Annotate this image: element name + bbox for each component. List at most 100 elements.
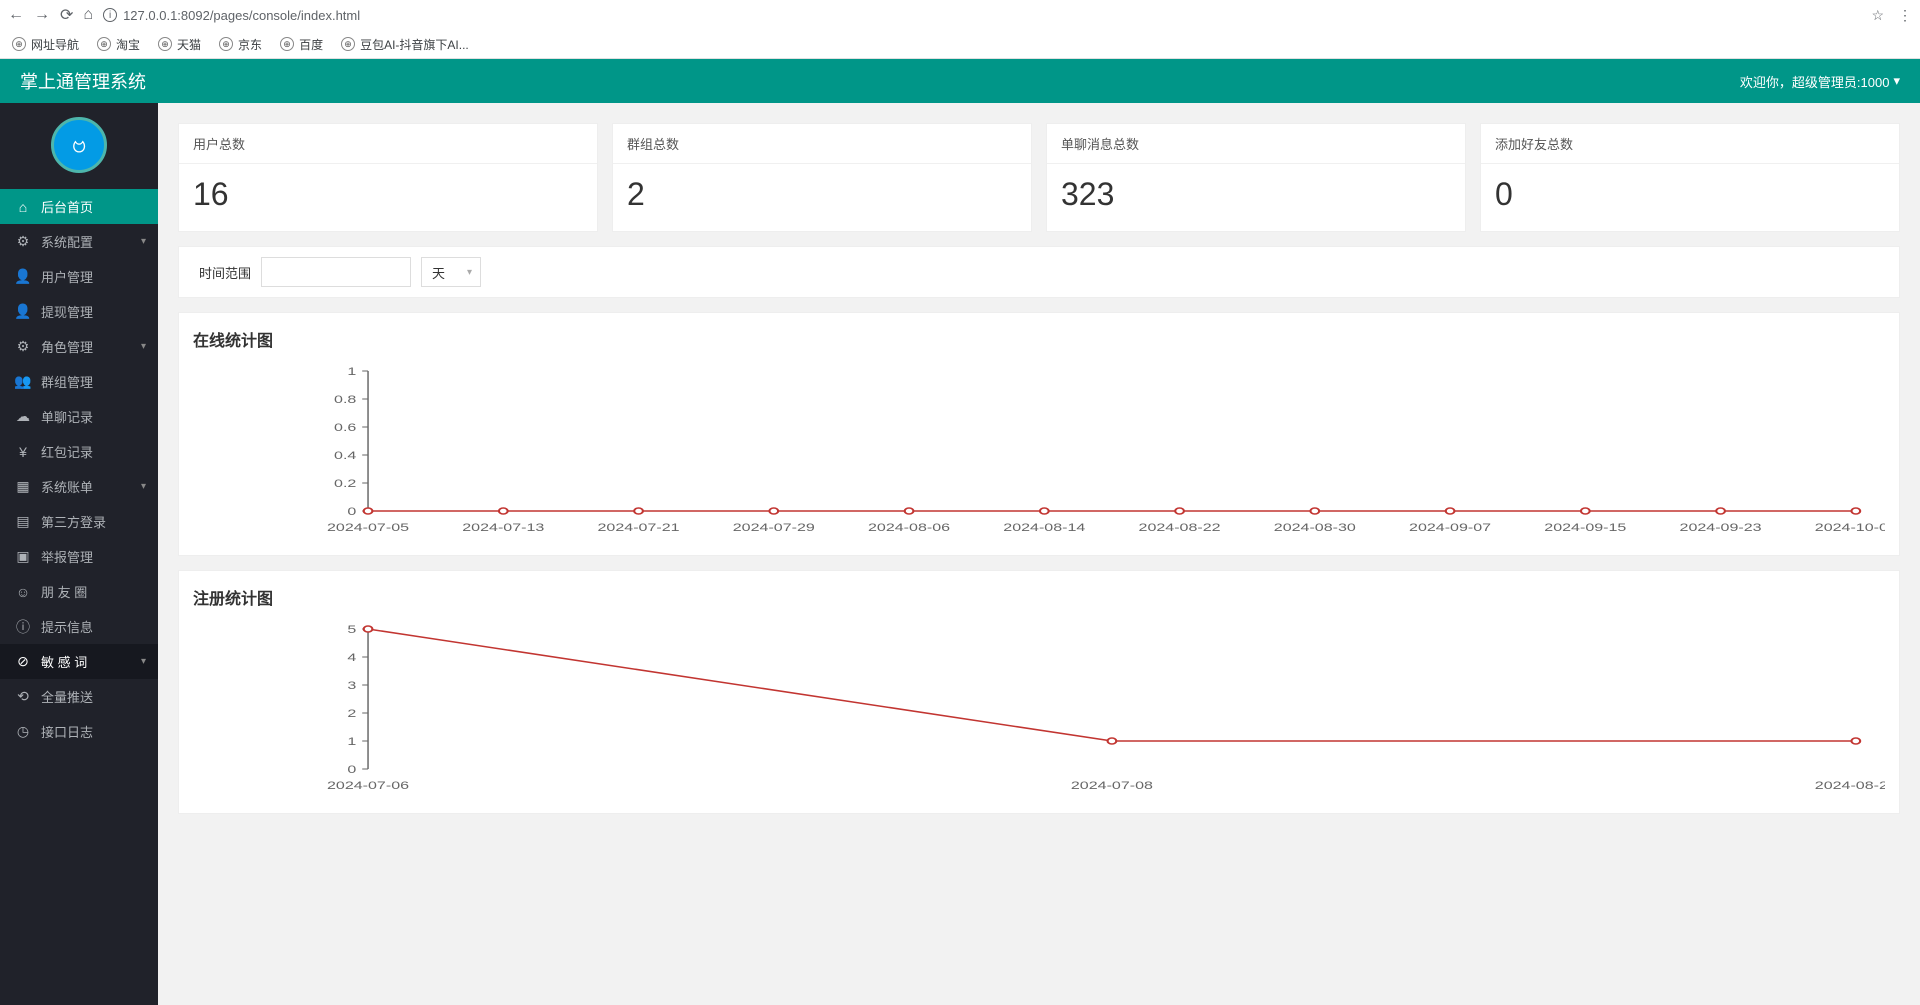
- stat-value: 2: [613, 164, 1031, 231]
- sidebar: ဗ ⌂ 后台首页 ⚙ 系统配置 ▾ 👤用户管理👤提现管理 ⚙ 角色管理 ▾ 👥群组管理☁单聊记录¥…: [0, 103, 158, 1005]
- online-chart: 00.20.40.60.812024-07-052024-07-132024-0…: [193, 361, 1885, 541]
- address-bar[interactable]: i 127.0.0.1:8092/pages/console/index.htm…: [103, 8, 360, 23]
- bookmark-item[interactable]: ⊕京东: [219, 36, 262, 53]
- svg-text:4: 4: [347, 651, 356, 663]
- sidebar-item-label: 接口日志: [41, 722, 93, 741]
- sidebar-item-label: 系统配置: [41, 232, 93, 251]
- sidebar-item-label: 全量推送: [41, 687, 93, 706]
- sidebar-item[interactable]: 👤用户管理: [0, 259, 158, 294]
- chevron-down-icon: ▾: [141, 341, 146, 352]
- bookmark-label: 京东: [238, 36, 262, 53]
- layout: ဗ ⌂ 后台首页 ⚙ 系统配置 ▾ 👤用户管理👤提现管理 ⚙ 角色管理 ▾ 👥群组管理☁单聊记录¥…: [0, 103, 1920, 1005]
- svg-text:1: 1: [347, 365, 356, 377]
- sidebar-item[interactable]: ▦系统账单▾: [0, 469, 158, 504]
- globe-icon: ⊕: [97, 37, 111, 51]
- register-chart: 0123452024-07-062024-07-082024-08-20: [193, 619, 1885, 799]
- reload-icon[interactable]: ⟳: [60, 5, 73, 25]
- sidebar-item[interactable]: ◷ 接口日志: [0, 714, 158, 749]
- app-header: 掌上通管理系统 欢迎你，超级管理员:1000 ▾: [0, 59, 1920, 103]
- chevron-down-icon: ▾: [141, 656, 146, 667]
- sidebar-item[interactable]: ☺朋 友 圈: [0, 574, 158, 609]
- online-chart-card: 在线统计图 00.20.40.60.812024-07-052024-07-13…: [178, 312, 1900, 556]
- svg-text:2024-08-20: 2024-08-20: [1815, 779, 1885, 791]
- sidebar-item-label: 红包记录: [41, 442, 93, 461]
- user-menu[interactable]: 欢迎你，超级管理员:1000 ▾: [1740, 72, 1900, 91]
- svg-text:2024-07-08: 2024-07-08: [1071, 779, 1153, 791]
- browser-toolbar: ← → ⟳ ⌂ i 127.0.0.1:8092/pages/console/i…: [0, 0, 1920, 30]
- sidebar-item[interactable]: ⚙系统配置▾: [0, 224, 158, 259]
- sidebar-item[interactable]: ¥红包记录: [0, 434, 158, 469]
- svg-text:5: 5: [347, 623, 356, 635]
- sidebar-item[interactable]: ☁单聊记录: [0, 399, 158, 434]
- sidebar-item-label: 单聊记录: [41, 407, 93, 426]
- bookmark-item[interactable]: ⊕豆包AI-抖音旗下AI...: [341, 36, 469, 53]
- logo-icon: ဗ: [51, 117, 107, 173]
- bookmarks-bar: ⊕ 网址导航 ⊕ 淘宝 ⊕天猫 ⊕京东 ⊕ 百度 ⊕豆包AI-抖音旗下AI...: [0, 30, 1920, 58]
- sidebar-item[interactable]: ⌂ 后台首页: [0, 189, 158, 224]
- svg-text:3: 3: [347, 679, 356, 691]
- sidebar-item-label: 举报管理: [41, 547, 93, 566]
- date-range-input[interactable]: [261, 257, 411, 287]
- chevron-down-icon: ▾: [467, 267, 472, 278]
- chevron-down-icon: ▾: [141, 481, 146, 492]
- sidebar-item[interactable]: ▣举报管理: [0, 539, 158, 574]
- stat-value: 0: [1481, 164, 1899, 231]
- sidebar-item[interactable]: ▤第三方登录: [0, 504, 158, 539]
- stat-label: 添加好友总数: [1481, 124, 1899, 164]
- bookmark-label: 豆包AI-抖音旗下AI...: [360, 36, 469, 53]
- svg-text:0.4: 0.4: [334, 449, 357, 461]
- bookmark-item[interactable]: ⊕ 网址导航: [12, 36, 79, 53]
- stat-label: 群组总数: [613, 124, 1031, 164]
- svg-text:2: 2: [347, 707, 356, 719]
- stat-card: 单聊消息总数323: [1046, 123, 1466, 232]
- svg-text:2024-08-06: 2024-08-06: [868, 521, 950, 533]
- bookmark-item[interactable]: ⊕ 淘宝: [97, 36, 140, 53]
- stat-label: 单聊消息总数: [1047, 124, 1465, 164]
- url-text: 127.0.0.1:8092/pages/console/index.html: [123, 8, 360, 23]
- forward-icon[interactable]: →: [34, 6, 50, 24]
- star-icon[interactable]: ☆: [1871, 7, 1884, 24]
- bookmark-label: 百度: [299, 36, 323, 53]
- nav-icon: ☺: [15, 584, 31, 600]
- range-label: 时间范围: [199, 263, 251, 282]
- stat-value: 16: [179, 164, 597, 231]
- nav-icon: ⟲: [15, 688, 31, 705]
- svg-text:0.2: 0.2: [334, 477, 356, 489]
- nav-icon: ⌂: [15, 199, 31, 215]
- svg-text:2024-07-13: 2024-07-13: [462, 521, 544, 533]
- nav-icon: ⚙: [15, 233, 31, 250]
- chart-title: 在线统计图: [193, 327, 1885, 351]
- sidebar-item-label: 后台首页: [41, 197, 93, 216]
- menu-icon[interactable]: ⋮: [1898, 7, 1912, 24]
- nav-icon: ⚙: [15, 338, 31, 355]
- sidebar-item[interactable]: ⓘ提示信息: [0, 609, 158, 644]
- sidebar-logo: ဗ: [0, 103, 158, 189]
- home-icon[interactable]: ⌂: [83, 6, 93, 24]
- svg-text:2024-07-06: 2024-07-06: [327, 779, 409, 791]
- sidebar-item-label: 系统账单: [41, 477, 93, 496]
- svg-text:2024-07-21: 2024-07-21: [598, 521, 680, 533]
- bookmark-label: 淘宝: [116, 36, 140, 53]
- nav-icon: ◷: [15, 723, 31, 740]
- nav-icon: 👤: [15, 303, 31, 320]
- sidebar-item[interactable]: ⊘敏 感 词▾: [0, 644, 158, 679]
- sidebar-item[interactable]: 👤提现管理: [0, 294, 158, 329]
- nav-icon: 👤: [15, 268, 31, 285]
- bookmark-item[interactable]: ⊕ 百度: [280, 36, 323, 53]
- unit-select[interactable]: 天 ▾: [421, 257, 481, 287]
- bookmark-label: 网址导航: [31, 36, 79, 53]
- bookmark-item[interactable]: ⊕天猫: [158, 36, 201, 53]
- sidebar-item-label: 群组管理: [41, 372, 93, 391]
- sidebar-item-label: 敏 感 词: [41, 652, 87, 671]
- globe-icon: ⊕: [280, 37, 294, 51]
- sidebar-item[interactable]: 👥群组管理: [0, 364, 158, 399]
- sidebar-item[interactable]: ⟲ 全量推送: [0, 679, 158, 714]
- globe-icon: ⊕: [12, 37, 26, 51]
- nav-icon: ⓘ: [15, 617, 31, 637]
- chevron-down-icon: ▾: [1893, 73, 1900, 89]
- sidebar-item[interactable]: ⚙ 角色管理 ▾: [0, 329, 158, 364]
- svg-text:0: 0: [347, 763, 356, 775]
- back-icon[interactable]: ←: [8, 6, 24, 24]
- sidebar-item-label: 角色管理: [41, 337, 93, 356]
- register-chart-card: 注册统计图 0123452024-07-062024-07-082024-08-…: [178, 570, 1900, 814]
